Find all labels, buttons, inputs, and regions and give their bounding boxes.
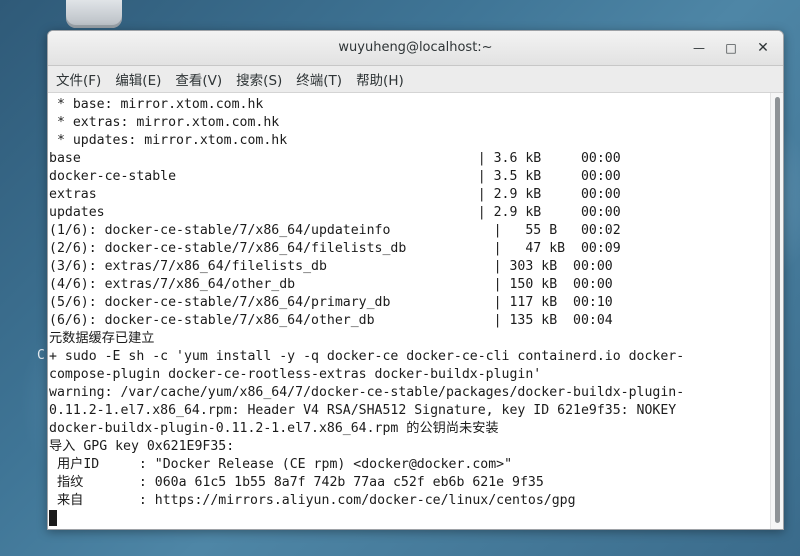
terminal-line: (2/6): docker-ce-stable/7/x86_64/filelis…	[49, 241, 621, 256]
text-cursor	[49, 510, 57, 526]
window-title: wuyuheng@localhost:~	[338, 40, 493, 55]
close-icon[interactable]: ✕	[754, 39, 772, 57]
terminal-line: * base: mirror.xtom.com.hk	[49, 97, 264, 112]
terminal-line: docker-buildx-plugin-0.11.2-1.el7.x86_64…	[49, 421, 499, 436]
terminal-line: 来自 : https://mirrors.aliyun.com/docker-c…	[49, 493, 576, 508]
cursor-line	[49, 510, 770, 528]
terminal-lines: * base: mirror.xtom.com.hk * extras: mir…	[48, 93, 770, 528]
terminal-line: * updates: mirror.xtom.com.hk	[49, 133, 288, 148]
terminal-line: compose-plugin docker-ce-rootless-extras…	[49, 367, 542, 382]
terminal-line: + sudo -E sh -c 'yum install -y -q docke…	[49, 349, 685, 364]
menu-edit[interactable]: 编辑(E)	[111, 69, 169, 89]
terminal-line: 用户ID : "Docker Release (CE rpm) <docker@…	[49, 457, 513, 472]
menu-view[interactable]: 查看(V)	[171, 69, 230, 89]
terminal-line: (4/6): extras/7/x86_64/other_db | 150 kB…	[49, 277, 613, 292]
terminal-line: * extras: mirror.xtom.com.hk	[49, 115, 280, 130]
terminal-line: (1/6): docker-ce-stable/7/x86_64/updatei…	[49, 223, 621, 238]
vertical-scrollbar[interactable]	[770, 93, 783, 529]
terminal-line: (6/6): docker-ce-stable/7/x86_64/other_d…	[49, 313, 613, 328]
terminal-line: (3/6): extras/7/x86_64/filelists_db | 30…	[49, 259, 613, 274]
terminal-line: 导入 GPG key 0x621E9F35:	[49, 439, 235, 454]
desktop-trash-icon[interactable]	[66, 0, 122, 28]
terminal-line: (5/6): docker-ce-stable/7/x86_64/primary…	[49, 295, 613, 310]
terminal-window: wuyuheng@localhost:~ — □ ✕ 文件(F) 编辑(E) 查…	[47, 30, 784, 530]
maximize-icon[interactable]: □	[722, 39, 740, 57]
terminal-line: warning: /var/cache/yum/x86_64/7/docker-…	[49, 385, 685, 400]
menu-terminal[interactable]: 终端(T)	[292, 69, 350, 89]
menu-search[interactable]: 搜索(S)	[232, 69, 290, 89]
terminal-line: extras | 2.9 kB 00:00	[49, 187, 621, 202]
terminal-line: docker-ce-stable | 3.5 kB 00:00	[49, 169, 621, 184]
terminal-line: 元数据缓存已建立	[49, 331, 155, 346]
menu-bar: 文件(F) 编辑(E) 查看(V) 搜索(S) 终端(T) 帮助(H)	[48, 66, 783, 93]
terminal-line: 0.11.2-1.el7.x86_64.rpm: Header V4 RSA/S…	[49, 403, 677, 418]
minimize-icon[interactable]: —	[690, 39, 708, 57]
menu-help[interactable]: 帮助(H)	[352, 69, 412, 89]
title-bar[interactable]: wuyuheng@localhost:~ — □ ✕	[48, 31, 783, 66]
desktop-text-fragment: C	[37, 348, 45, 363]
terminal-line: 指纹 : 060a 61c5 1b55 8a7f 742b 77aa c52f …	[49, 475, 544, 490]
terminal-output[interactable]: * base: mirror.xtom.com.hk * extras: mir…	[48, 93, 770, 529]
menu-file[interactable]: 文件(F)	[52, 69, 109, 89]
terminal-line: base | 3.6 kB 00:00	[49, 151, 621, 166]
terminal-line: updates | 2.9 kB 00:00	[49, 205, 621, 220]
scrollbar-thumb[interactable]	[775, 97, 780, 523]
